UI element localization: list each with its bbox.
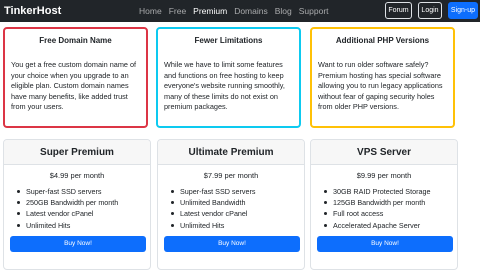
feature-card-php-versions: Additional PHP Versions Want to run olde… — [310, 27, 455, 128]
plan-feature: Unlimited Hits — [16, 220, 150, 231]
buy-now-button[interactable]: Buy Now! — [164, 236, 300, 252]
forum-button[interactable]: Forum — [385, 2, 412, 19]
plan-card-super-premium: Super Premium $4.99 per month Super-fast… — [3, 139, 151, 270]
login-button[interactable]: Login — [418, 2, 442, 19]
plan-name: Super Premium — [4, 140, 150, 165]
feature-card-free-domain: Free Domain Name You get a free custom d… — [3, 27, 148, 128]
nav-link-blog[interactable]: Blog — [275, 3, 292, 19]
plan-feature: 125GB Bandwidth per month — [323, 197, 457, 208]
plan-price: $7.99 per month — [203, 171, 259, 180]
plan-feature-list: Super-fast SSD servers Unlimited Bandwid… — [158, 186, 304, 231]
plan-name: VPS Server — [311, 140, 457, 165]
feature-card-fewer-limitations: Fewer Limitations While we have to limit… — [156, 27, 301, 128]
plan-feature: Super-fast SSD servers — [170, 186, 304, 197]
plan-card-ultimate-premium: Ultimate Premium $7.99 per month Super-f… — [157, 139, 305, 270]
feature-title: Additional PHP Versions — [335, 36, 430, 45]
feature-title: Free Domain Name — [39, 36, 112, 45]
plan-feature-list: Super-fast SSD servers 250GB Bandwidth p… — [4, 186, 150, 231]
plan-feature: Super-fast SSD servers — [16, 186, 150, 197]
brand-logo[interactable]: TinkerHost — [4, 3, 61, 19]
plan-feature: Latest vendor cPanel — [16, 208, 150, 219]
plan-feature: Accelerated Apache Server — [323, 220, 457, 231]
signup-button[interactable]: Sign-up — [448, 2, 478, 19]
plan-feature-list: 30GB RAID Protected Storage 125GB Bandwi… — [311, 186, 457, 231]
feature-title: Fewer Limitations — [194, 36, 263, 45]
plan-name: Ultimate Premium — [158, 140, 304, 165]
plan-feature: Full root access — [323, 208, 457, 219]
plan-card-vps-server: VPS Server $9.99 per month 30GB RAID Pro… — [310, 139, 458, 270]
plan-feature: Latest vendor cPanel — [170, 208, 304, 219]
buy-now-button[interactable]: Buy Now! — [10, 236, 146, 252]
nav-link-free[interactable]: Free — [169, 3, 186, 19]
nav-link-support[interactable]: Support — [299, 3, 329, 19]
plan-feature: Unlimited Bandwidth — [170, 197, 304, 208]
top-navbar: TinkerHost Home Free Premium Domains Blo… — [0, 0, 480, 22]
nav-link-home[interactable]: Home — [139, 3, 162, 19]
plan-price: $4.99 per month — [49, 171, 105, 180]
plan-feature: 30GB RAID Protected Storage — [323, 186, 457, 197]
plan-price: $9.99 per month — [356, 171, 412, 180]
nav-links: Home Free Premium Domains Blog Support — [139, 3, 336, 19]
plan-feature: Unlimited Hits — [170, 220, 304, 231]
feature-text: While we have to limit some features and… — [164, 60, 285, 111]
plan-feature: 250GB Bandwidth per month — [16, 197, 150, 208]
feature-text: You get a free custom domain name of you… — [11, 60, 137, 111]
feature-text: Want to run older software safely? Premi… — [318, 60, 443, 111]
nav-link-premium[interactable]: Premium — [193, 3, 227, 19]
nav-link-domains[interactable]: Domains — [234, 3, 268, 19]
buy-now-button[interactable]: Buy Now! — [317, 236, 453, 252]
